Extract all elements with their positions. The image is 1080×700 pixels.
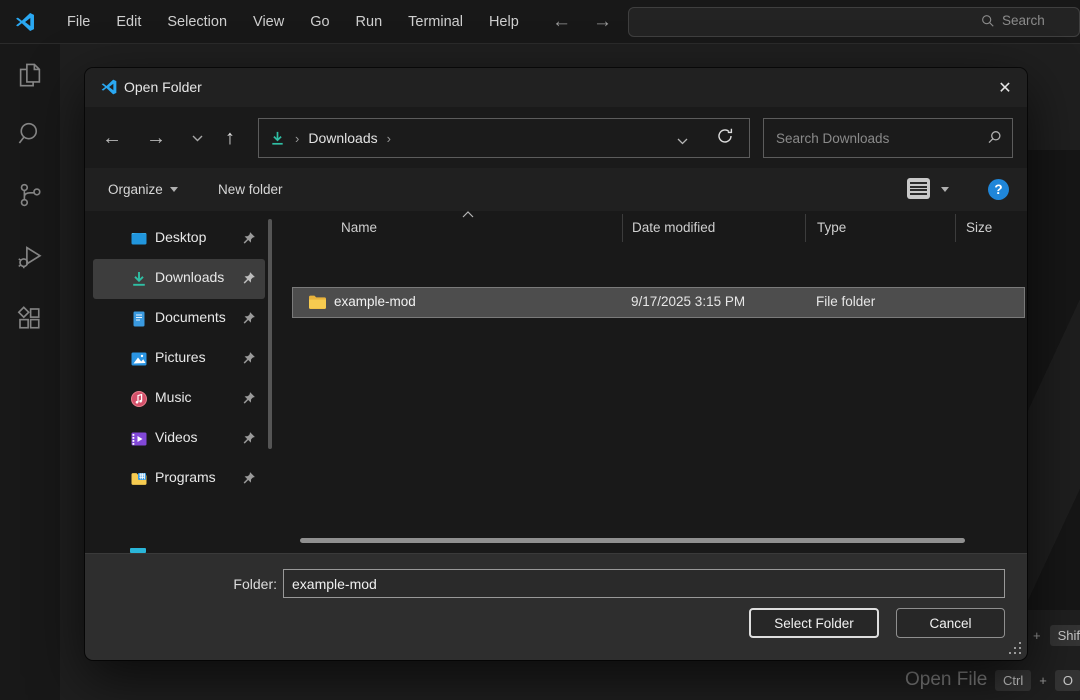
column-header-date-modified[interactable]: Date modified <box>632 220 715 235</box>
run-and-debug-icon[interactable] <box>15 242 45 272</box>
menu-selection[interactable]: Selection <box>154 0 240 44</box>
search-icon[interactable] <box>15 118 45 148</box>
breadcrumb-chevron: › <box>295 131 299 146</box>
pin-icon[interactable] <box>241 271 256 286</box>
command-center-placeholder: Search <box>1002 13 1045 28</box>
sidebar-item-programs[interactable]: Programs <box>93 459 265 499</box>
vscode-titlebar: File Edit Selection View Go Run Terminal… <box>0 0 1080 44</box>
dialog-toolbar: Organize New folder ? <box>85 168 1027 211</box>
search-icon <box>981 14 995 28</box>
desktop-icon <box>130 230 148 248</box>
column-header-name[interactable]: Name <box>341 220 377 235</box>
folder-icon <box>308 294 326 310</box>
organize-button[interactable]: Organize <box>108 168 178 211</box>
pictures-icon <box>130 350 148 368</box>
dialog-content: Desktop Downloads Documents <box>85 211 1027 553</box>
pin-icon[interactable] <box>241 431 256 446</box>
sort-ascending-icon <box>462 211 474 218</box>
pin-icon[interactable] <box>241 311 256 326</box>
folder-label: Folder: <box>205 576 277 592</box>
nav-back-icon[interactable]: ← <box>99 125 125 151</box>
menu-terminal[interactable]: Terminal <box>395 0 476 44</box>
downloads-icon <box>130 270 148 288</box>
cancel-button[interactable]: Cancel <box>896 608 1005 638</box>
sidebar-item-desktop[interactable]: Desktop <box>93 219 265 259</box>
extensions-icon[interactable] <box>15 304 45 334</box>
refresh-icon[interactable] <box>715 126 741 152</box>
search-icon <box>987 130 1002 150</box>
file-search-input[interactable] <box>764 119 1012 157</box>
explorer-icon[interactable] <box>15 60 45 90</box>
pin-icon[interactable] <box>241 351 256 366</box>
file-list: Name Date modified Type Size example-mod… <box>290 211 1027 553</box>
sidebar-item-videos[interactable]: Videos <box>93 419 265 459</box>
file-row-example-mod[interactable]: example-mod 9/17/2025 3:15 PM File folde… <box>292 287 1025 318</box>
history-back-icon[interactable]: ← <box>552 11 571 33</box>
breadcrumb-chevron: › <box>387 131 391 146</box>
address-bar[interactable]: › Downloads › <box>258 118 750 158</box>
sidebar-item-pictures[interactable]: Pictures <box>93 339 265 379</box>
sidebar-item-downloads[interactable]: Downloads <box>93 259 265 299</box>
menu-help[interactable]: Help <box>476 0 532 44</box>
sidebar-item-documents[interactable]: Documents <box>93 299 265 339</box>
menu-file[interactable]: File <box>54 0 103 44</box>
dialog-titlebar: Open Folder ✕ <box>85 68 1027 107</box>
keyboard-key-shift: Shif <box>1050 625 1080 646</box>
chevron-down-icon <box>170 187 178 192</box>
pin-icon[interactable] <box>241 391 256 406</box>
plus-separator: + <box>1039 673 1047 688</box>
new-folder-button[interactable]: New folder <box>218 168 283 211</box>
file-name: example-mod <box>334 294 416 309</box>
menu-run[interactable]: Run <box>343 0 396 44</box>
pin-icon[interactable] <box>241 471 256 486</box>
screen: + Shif Open File Ctrl + O File Edit Sele… <box>0 0 1080 700</box>
nav-up-icon[interactable]: ↑ <box>217 125 243 151</box>
open-folder-dialog: Open Folder ✕ ← → ↑ › Downloads <box>85 68 1027 660</box>
dialog-navigation-bar: ← → ↑ › Downloads › <box>85 107 1027 168</box>
plus-separator: + <box>1033 628 1041 643</box>
resize-grip[interactable] <box>1009 642 1021 654</box>
column-header-type[interactable]: Type <box>817 220 846 235</box>
keyboard-key-o: O <box>1055 670 1080 691</box>
documents-icon <box>130 310 148 328</box>
nav-forward-icon[interactable]: → <box>143 125 169 151</box>
activity-bar <box>0 44 60 700</box>
welcome-open-file-link[interactable]: Open File <box>905 669 987 691</box>
details-view-icon[interactable] <box>907 178 930 199</box>
keyboard-key-ctrl: Ctrl <box>995 670 1031 691</box>
menu-view[interactable]: View <box>240 0 297 44</box>
menu-edit[interactable]: Edit <box>103 0 154 44</box>
history-forward-icon[interactable]: → <box>593 11 612 33</box>
sidebar-scrollbar[interactable] <box>268 219 272 449</box>
select-folder-button[interactable]: Select Folder <box>749 608 879 638</box>
file-type: File folder <box>816 294 875 309</box>
dialog-footer: Folder: Select Folder Cancel <box>85 553 1027 660</box>
source-control-icon[interactable] <box>15 180 45 210</box>
view-options-chevron-icon[interactable] <box>941 187 949 192</box>
horizontal-scrollbar[interactable] <box>300 538 965 543</box>
programs-icon <box>130 470 148 488</box>
welcome-open-file-shortcut: Ctrl + O <box>995 670 1080 691</box>
file-search-box <box>763 118 1013 158</box>
sidebar-item-music[interactable]: Music <box>93 379 265 419</box>
vscode-logo-icon <box>100 78 118 96</box>
menubar: File Edit Selection View Go Run Terminal… <box>54 0 532 44</box>
downloads-location-icon <box>269 130 286 147</box>
music-icon <box>130 390 148 408</box>
file-date-modified: 9/17/2025 3:15 PM <box>631 294 745 309</box>
column-header-size[interactable]: Size <box>966 220 992 235</box>
menu-go[interactable]: Go <box>297 0 342 44</box>
breadcrumb-downloads[interactable]: Downloads <box>308 130 377 146</box>
address-dropdown-chevron-icon[interactable] <box>677 132 688 150</box>
pin-icon[interactable] <box>241 231 256 246</box>
close-icon[interactable]: ✕ <box>987 74 1023 101</box>
vscode-logo-icon <box>14 11 36 33</box>
welcome-partial-shortcut: + Shif <box>1033 625 1080 646</box>
nav-recent-chevron-icon[interactable] <box>184 125 210 151</box>
dialog-title: Open Folder <box>124 79 202 95</box>
videos-icon <box>130 430 148 448</box>
help-icon[interactable]: ? <box>988 179 1009 200</box>
folder-name-input[interactable] <box>283 569 1005 598</box>
command-center-search[interactable]: Search <box>628 7 1080 37</box>
